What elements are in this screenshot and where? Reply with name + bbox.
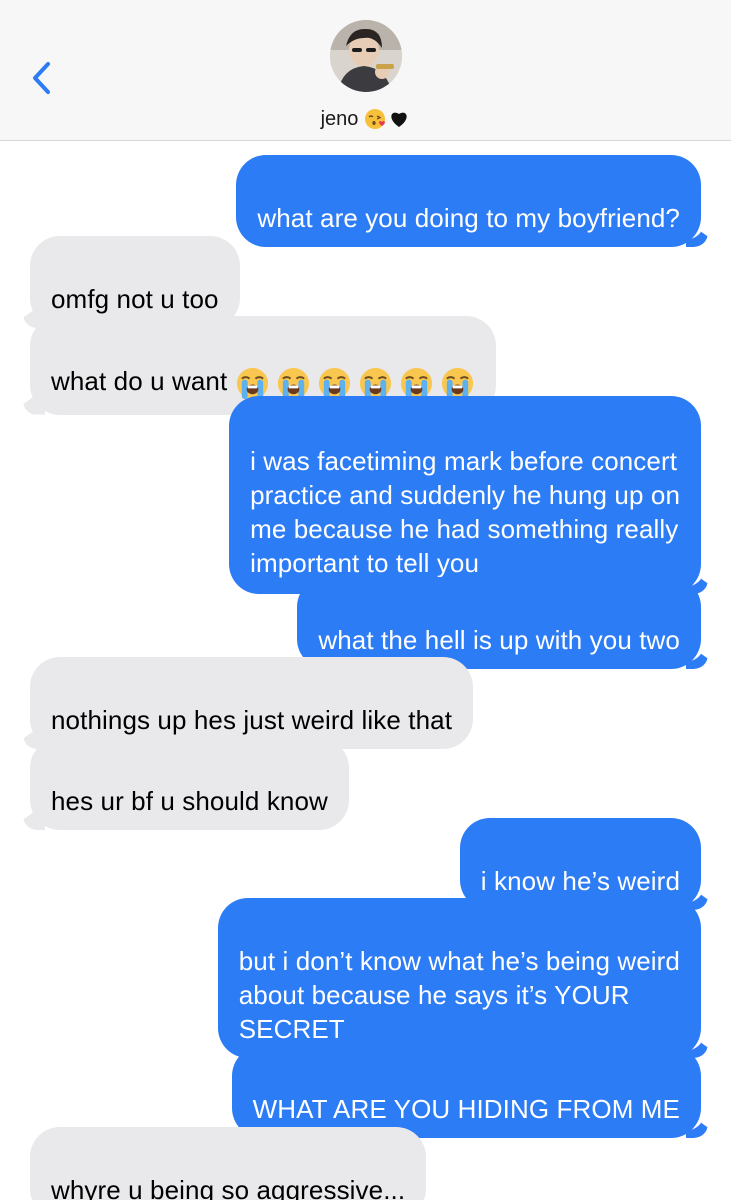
back-button[interactable] [28, 58, 58, 98]
message-text: nothings up hes just weird like that [51, 705, 453, 735]
contact-avatar[interactable] [330, 20, 402, 92]
message-text: omfg not u too [51, 284, 219, 314]
message-text: what the hell is up with you two [318, 625, 680, 655]
black-heart-icon [391, 112, 408, 127]
sent-message[interactable]: what the hell is up with you two [297, 577, 701, 669]
message-text: i know he’s weird [480, 866, 680, 896]
received-message[interactable]: hes ur bf u should know [30, 738, 349, 830]
sent-message[interactable]: i was facetiming mark before concert pra… [229, 396, 701, 594]
contact-name-row[interactable]: jeno [0, 104, 731, 134]
message-text: whyre u being so aggressive... [51, 1175, 406, 1200]
message-text: what do u want [51, 366, 228, 396]
sent-message[interactable]: WHAT ARE YOU HIDING FROM ME [231, 1046, 701, 1138]
message-text: hes ur bf u should know [51, 786, 328, 816]
sent-message[interactable]: what are you doing to my boyfriend? [236, 155, 701, 247]
face-blowing-kiss-icon [365, 109, 386, 129]
contact-name: jeno [320, 107, 359, 130]
message-text: what are you doing to my boyfriend? [257, 203, 680, 233]
received-message[interactable]: omfg not u too [30, 236, 240, 328]
message-text: i was facetiming mark before concert pra… [250, 446, 680, 578]
sent-message[interactable]: i know he’s weird [459, 818, 701, 910]
chevron-left-icon [33, 62, 50, 94]
received-message[interactable]: whyre u being so aggressive... [30, 1127, 427, 1200]
message-text: WHAT ARE YOU HIDING FROM ME [252, 1094, 680, 1124]
sent-message[interactable]: but i don’t know what he’s being weird a… [217, 898, 701, 1058]
conversation-header: jeno [0, 0, 731, 141]
message-text: but i don’t know what he’s being weird a… [238, 946, 680, 1044]
received-message[interactable]: nothings up hes just weird like that [30, 657, 474, 749]
